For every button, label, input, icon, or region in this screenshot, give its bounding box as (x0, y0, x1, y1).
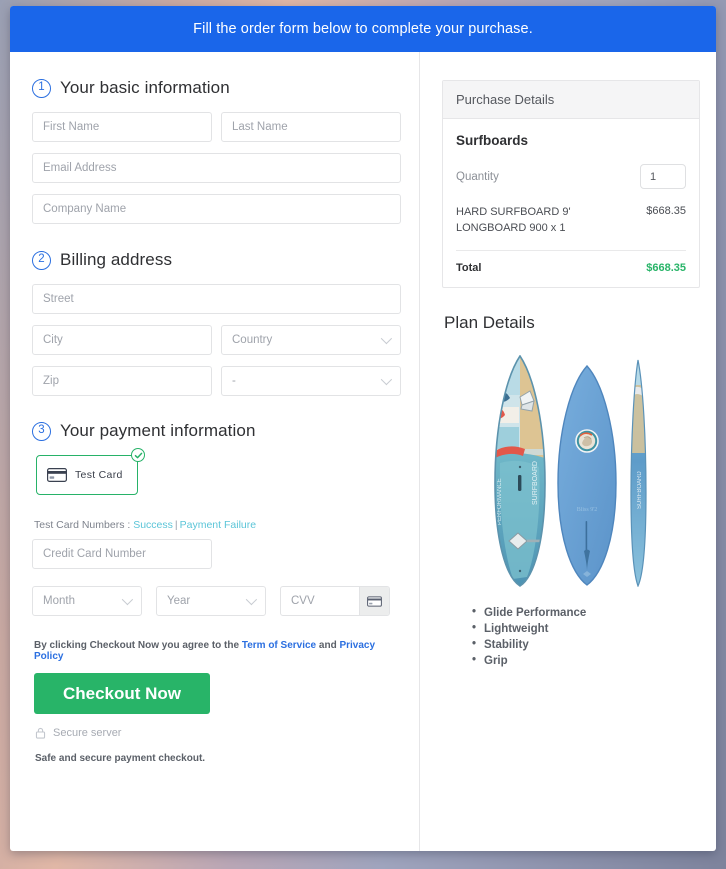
step-number-badge: 2 (32, 250, 51, 270)
first-name-input[interactable]: First Name (32, 112, 212, 142)
street-input[interactable]: Street (32, 284, 401, 314)
step-heading-payment-information: 3 Your payment information (32, 421, 401, 441)
secure-server-note: Secure server (35, 727, 401, 739)
list-item: Glide Performance (472, 606, 700, 619)
expiry-cvv-row: Month Year CVV (32, 586, 401, 616)
street-row: Street (32, 284, 401, 314)
lock-icon (35, 727, 46, 739)
svg-text:PERFORMANCE: PERFORMANCE (497, 478, 503, 525)
banner-text: Fill the order form below to complete yo… (193, 21, 533, 37)
zip-input[interactable]: Zip (32, 366, 212, 396)
list-item: Stability (472, 638, 700, 651)
safe-checkout-note: Safe and secure payment checkout. (35, 753, 206, 764)
country-select-value: Country (232, 334, 273, 346)
company-row: Company Name (32, 194, 401, 224)
secure-server-label: Secure server (53, 727, 122, 739)
expiry-month-value: Month (43, 595, 75, 607)
last-name-input[interactable]: Last Name (221, 112, 401, 142)
product-title: Surfboards (456, 133, 529, 148)
quantity-input[interactable]: 1 (640, 164, 686, 189)
test-card-option-wrap: Test Card (36, 448, 145, 495)
surfboard-side-view-icon: SURFBOARD (630, 359, 647, 587)
total-value: $668.35 (646, 261, 686, 274)
total-row: Total $668.35 (456, 251, 686, 274)
surfboard-deck-view-icon: SURFBOARD PERFORMANCE (494, 354, 546, 587)
svg-text:Bliss 9'2: Bliss 9'2 (577, 507, 598, 513)
page-body: 1 Your basic information First Name Last… (10, 52, 716, 851)
terms-text: By clicking Checkout Now you agree to th… (34, 640, 401, 662)
surfboard-bottom-view-icon: Bliss 9'2 (557, 364, 617, 586)
summary-column: Purchase Details Surfboards Quantity 1 H… (420, 52, 716, 851)
test-card-numbers-line: Test Card Numbers : Success | Payment Fail… (34, 519, 401, 531)
test-card-label: Test Card (75, 469, 123, 481)
company-name-input[interactable]: Company Name (32, 194, 401, 224)
credit-card-icon (367, 595, 382, 607)
checkout-page: Fill the order form below to complete yo… (10, 6, 716, 851)
checkout-now-button[interactable]: Checkout Now (34, 673, 210, 714)
cvv-help-button[interactable] (359, 587, 389, 615)
terms-of-service-link[interactable]: Term of Service (242, 640, 316, 651)
quantity-label: Quantity (456, 170, 499, 183)
list-item: Grip (472, 654, 700, 667)
step-title: Billing address (60, 250, 173, 269)
test-card-option[interactable]: Test Card (36, 455, 138, 495)
chevron-down-icon (380, 332, 393, 345)
line-item-row: HARD SURFBOARD 9' LONGBOARD 900 x 1 $668… (456, 205, 686, 251)
payment-failure-test-card-link[interactable]: Payment Failure (180, 519, 256, 531)
selected-check-icon (131, 448, 145, 462)
step-heading-basic-information: 1 Your basic information (32, 78, 401, 98)
credit-card-icon (47, 468, 67, 482)
step-number-badge: 1 (32, 78, 51, 98)
terms-and: and (316, 640, 340, 651)
cvv-input[interactable]: CVV (281, 587, 359, 615)
step-heading-billing-address: 2 Billing address (32, 250, 401, 270)
cvv-group: CVV (280, 586, 390, 616)
quantity-row: Quantity 1 (456, 164, 686, 189)
banner: Fill the order form below to complete yo… (10, 6, 716, 52)
expiry-year-select[interactable]: Year (156, 586, 266, 616)
purchase-details-title: Purchase Details (443, 81, 699, 119)
chevron-down-icon (245, 593, 258, 606)
total-label: Total (456, 261, 482, 274)
card-number-row: Credit Card Number (32, 539, 401, 569)
terms-prefix: By clicking Checkout Now you agree to th… (34, 640, 242, 651)
expiry-year-value: Year (167, 595, 191, 607)
city-country-row: City Country (32, 325, 401, 355)
plan-features-list: Glide Performance Lightweight Stability … (472, 606, 700, 667)
step-title: Your basic information (60, 78, 230, 97)
link-separator: | (174, 519, 178, 531)
plan-details-title: Plan Details (444, 312, 535, 332)
state-select[interactable]: - (221, 366, 401, 396)
purchase-details-panel: Purchase Details Surfboards Quantity 1 H… (442, 80, 700, 288)
zip-state-row: Zip - (32, 366, 401, 396)
expiry-month-select[interactable]: Month (32, 586, 142, 616)
svg-text:SURFBOARD: SURFBOARD (637, 471, 643, 509)
line-item-price: $668.35 (646, 205, 686, 217)
city-input[interactable]: City (32, 325, 212, 355)
line-item-name: HARD SURFBOARD 9' LONGBOARD 900 x 1 (456, 206, 571, 234)
state-select-value: - (232, 375, 236, 387)
svg-text:SURFBOARD: SURFBOARD (532, 461, 539, 505)
purchase-details-body: Surfboards Quantity 1 HARD SURFBOARD 9' … (443, 119, 699, 287)
step-number-badge: 3 (32, 421, 51, 441)
credit-card-number-input[interactable]: Credit Card Number (32, 539, 212, 569)
step-title: Your payment information (60, 421, 256, 440)
form-column: 1 Your basic information First Name Last… (10, 52, 420, 851)
chevron-down-icon (380, 373, 393, 386)
email-input[interactable]: Email Address (32, 153, 401, 183)
country-select[interactable]: Country (221, 325, 401, 355)
name-row: First Name Last Name (32, 112, 401, 142)
surfboard-product-image: SURFBOARD PERFORMANCE Bliss 9'2 SURFBOAR… (442, 347, 700, 587)
list-item: Lightweight (472, 622, 700, 635)
test-card-numbers-label: Test Card Numbers : (34, 519, 131, 531)
chevron-down-icon (121, 593, 134, 606)
success-test-card-link[interactable]: Success (133, 519, 173, 531)
email-row: Email Address (32, 153, 401, 183)
